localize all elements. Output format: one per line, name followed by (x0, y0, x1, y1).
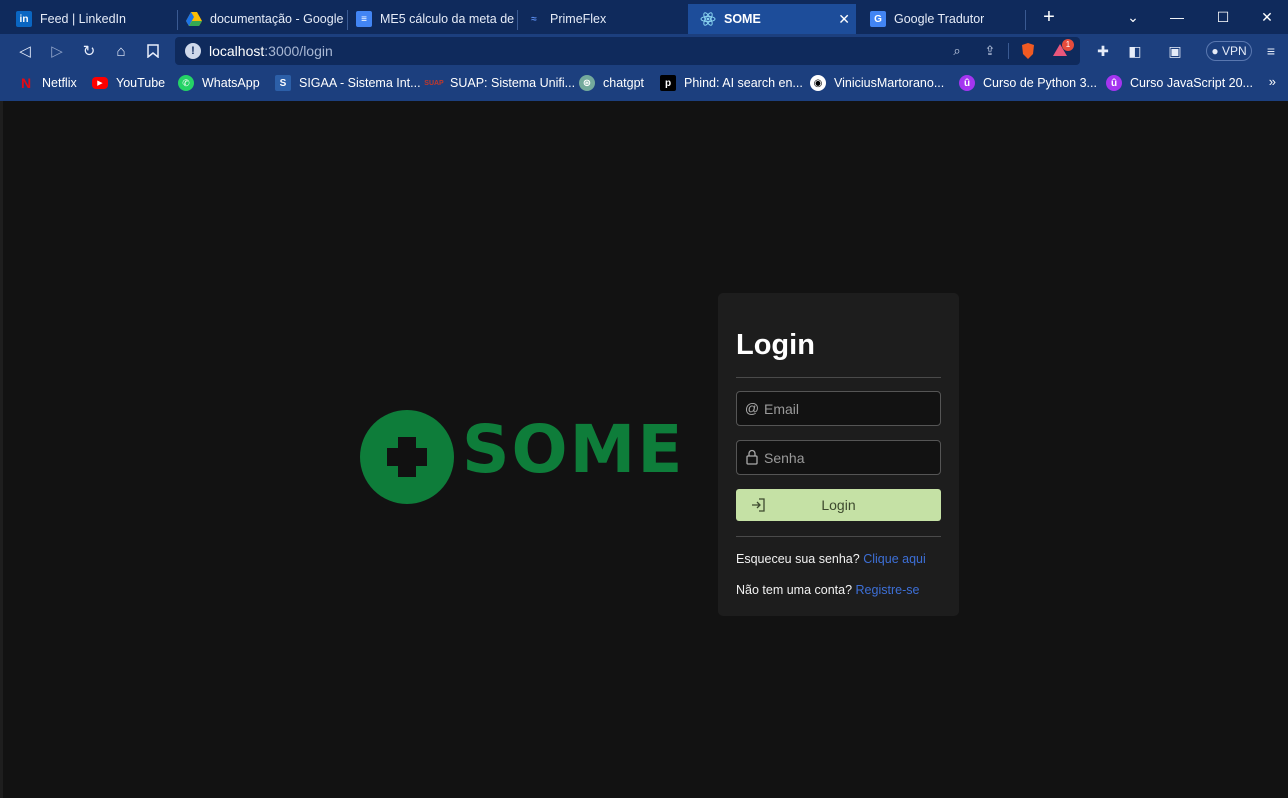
sidebar-icon[interactable]: ◧ (1124, 40, 1146, 62)
tab-title: SOME (724, 12, 761, 26)
bookmark-icon[interactable] (142, 40, 164, 62)
brave-shields-icon[interactable] (1019, 42, 1037, 60)
udemy-icon: û (1106, 75, 1122, 91)
tab-title: PrimeFlex (550, 12, 607, 26)
close-tab-icon[interactable]: ✕ (838, 11, 850, 28)
at-icon: @ (744, 400, 760, 416)
register-line: Não tem uma conta? Registre-se (736, 583, 919, 597)
tab-primeflex[interactable]: ≈ PrimeFlex (514, 4, 686, 34)
tab-some[interactable]: SOME ✕ (688, 4, 856, 34)
wallet-icon[interactable]: ▣ (1164, 40, 1186, 62)
window-edge (0, 101, 3, 798)
whatsapp-icon: ✆ (178, 75, 194, 91)
email-field[interactable]: @ (736, 391, 941, 426)
divider (736, 377, 941, 378)
bookmark-whatsapp[interactable]: ✆ WhatsApp (178, 74, 260, 92)
tab-me5[interactable]: ≡ ME5 cálculo da meta de g (344, 4, 516, 34)
share-icon[interactable]: ⇪ (981, 42, 999, 60)
login-card: Login @ Login Esqueceu sua senha? Clique… (718, 293, 959, 616)
close-window-button[interactable]: ✕ (1244, 0, 1288, 34)
new-tab-button[interactable]: + (1038, 5, 1060, 29)
google-docs-icon: ≡ (356, 11, 372, 27)
navigation-bar: ◁ ▷ ↻ ⌂ ! localhost:3000/login ⌕ ⇪ 1 ✚ ◧… (0, 34, 1288, 68)
bookmark-github[interactable]: ◉ ViniciusMartorano... (810, 74, 944, 92)
vpn-button[interactable]: ● VPN (1206, 41, 1252, 61)
lock-icon (744, 449, 760, 465)
address-bar[interactable]: ! localhost:3000/login ⌕ ⇪ 1 (175, 37, 1080, 65)
url-text[interactable]: localhost:3000/login (209, 43, 333, 59)
minimize-button[interactable]: — (1154, 0, 1200, 34)
tab-title: Google Tradutor (894, 12, 985, 26)
tab-linkedin[interactable]: in Feed | LinkedIn (4, 4, 176, 34)
login-button[interactable]: Login (736, 489, 941, 521)
tab-google-tradutor[interactable]: G Google Tradutor (858, 4, 1026, 34)
login-button-label: Login (821, 497, 856, 513)
suap-icon: SUAP (424, 79, 444, 87)
primeflex-icon: ≈ (531, 13, 537, 25)
bookmark-sigaa[interactable]: S SIGAA - Sistema Int... (275, 74, 421, 92)
extensions-icon[interactable]: ✚ (1092, 40, 1114, 62)
forgot-password-line: Esqueceu sua senha? Clique aqui (736, 552, 926, 566)
rewards-badge: 1 (1062, 39, 1074, 51)
bookmark-phind[interactable]: p Phind: AI search en... (660, 74, 803, 92)
password-input[interactable] (764, 441, 936, 474)
tab-search-icon[interactable]: ⌄ (1110, 0, 1156, 34)
reload-icon[interactable]: ↻ (78, 40, 100, 62)
brave-rewards-icon[interactable]: 1 (1051, 39, 1074, 60)
tab-strip: in Feed | LinkedIn documentação - Google… (0, 0, 1288, 34)
divider (736, 536, 941, 537)
sigaa-icon: S (275, 75, 291, 91)
email-input[interactable] (764, 392, 936, 425)
udemy-icon: û (959, 75, 975, 91)
forgot-password-link[interactable]: Clique aqui (863, 552, 926, 566)
tab-title: documentação - Google (210, 12, 344, 26)
more-bookmarks-icon[interactable]: » (1269, 74, 1276, 89)
bookmarks-bar: N Netflix ▶ YouTube ✆ WhatsApp S SIGAA -… (0, 68, 1288, 98)
browser-chrome: in Feed | LinkedIn documentação - Google… (0, 0, 1288, 101)
google-translate-icon: G (870, 11, 886, 27)
back-icon[interactable]: ◁ (14, 40, 36, 62)
bookmark-netflix[interactable]: N Netflix (18, 74, 77, 92)
bookmark-youtube[interactable]: ▶ YouTube (92, 74, 165, 92)
some-logo: SOME (360, 407, 682, 507)
react-icon (700, 11, 716, 27)
youtube-icon: ▶ (92, 77, 108, 89)
menu-icon[interactable]: ≡ (1260, 40, 1282, 62)
register-text: Não tem uma conta? (736, 583, 853, 597)
linkedin-icon: in (16, 11, 32, 27)
forgot-password-text: Esqueceu sua senha? (736, 552, 860, 566)
zoom-icon[interactable]: ⌕ (948, 42, 966, 60)
password-field[interactable] (736, 440, 941, 475)
bookmark-suap[interactable]: SUAP SUAP: Sistema Unifi... (424, 74, 575, 92)
page-content: SOME Login @ Login Esqueceu sua senha? C… (0, 101, 1288, 798)
login-title: Login (736, 329, 815, 361)
site-info-icon[interactable]: ! (185, 43, 201, 59)
google-drive-icon (186, 11, 202, 27)
github-icon: ◉ (810, 75, 826, 91)
bookmark-curso-python[interactable]: û Curso de Python 3... (959, 74, 1097, 92)
netflix-icon: N (20, 75, 32, 91)
register-link[interactable]: Registre-se (856, 583, 920, 597)
bookmark-chatgpt[interactable]: ⊛ chatgpt (579, 74, 644, 92)
home-icon[interactable]: ⌂ (110, 40, 132, 62)
tab-documentacao[interactable]: documentação - Google (174, 4, 346, 34)
tab-title: Feed | LinkedIn (40, 12, 126, 26)
logo-text: SOME (462, 411, 685, 488)
maximize-button[interactable]: ☐ (1200, 0, 1246, 34)
phind-icon: p (660, 75, 676, 91)
bookmark-curso-javascript[interactable]: û Curso JavaScript 20... (1106, 74, 1253, 92)
forward-icon[interactable]: ▷ (46, 40, 68, 62)
tab-title: ME5 cálculo da meta de g (380, 12, 516, 26)
chatgpt-icon: ⊛ (579, 75, 595, 91)
